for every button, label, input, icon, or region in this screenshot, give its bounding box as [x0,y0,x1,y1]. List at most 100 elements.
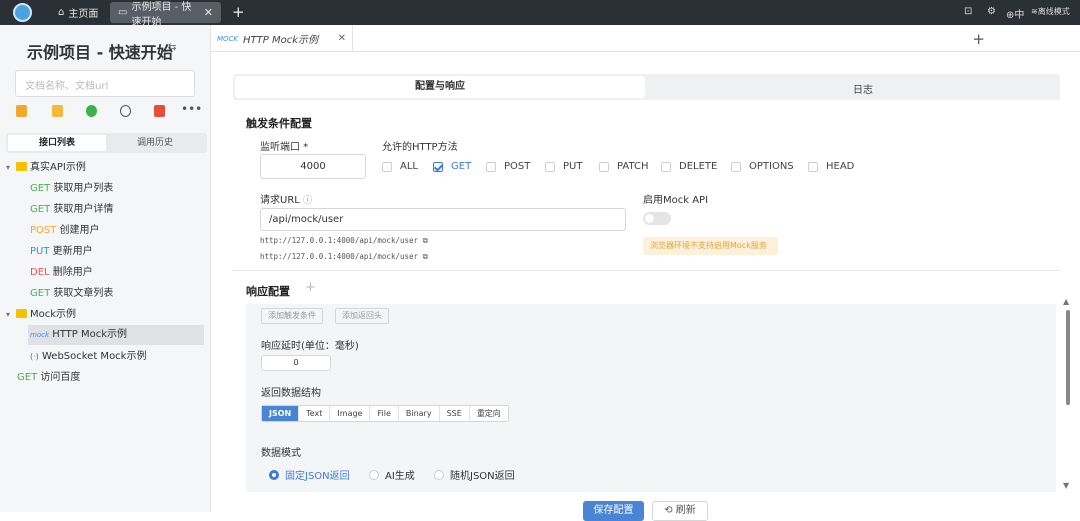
method-checkbox-options[interactable]: OPTIONS [731,161,794,172]
method-label: GET [451,161,472,172]
method-badge: GET [30,183,51,194]
tree-item[interactable]: PUT 更新用户 [30,242,93,262]
tree-label: WebSocket Mock示例 [41,351,147,362]
port-input[interactable]: 4000 [260,154,366,179]
tab-api-list[interactable]: 接口列表 [8,135,106,151]
tab-call-history[interactable]: 调用历史 [106,135,204,151]
checkbox[interactable] [808,161,818,172]
method-checkbox-head[interactable]: HEAD [808,161,854,172]
checkbox[interactable] [486,161,496,172]
method-badge: GET [30,288,51,299]
top-bar: ⌂ 主页面 ▭ 示例项目 - 快速开始 ✕ + ⊡ ⚙ ⊕中 ≋离线模式 [0,0,1080,28]
refresh-button[interactable]: ⟲ 刷新 [652,501,708,521]
offline-mode[interactable]: ≋离线模式 [1031,6,1070,17]
mode-label-text: 随机JSON返回 [450,471,515,482]
checkbox[interactable] [661,161,671,172]
format-text[interactable]: Text [299,406,331,421]
new-file-icon[interactable] [52,105,63,117]
url-label-text: 请求URL [260,195,300,206]
app-logo [13,3,32,22]
format-file[interactable]: File [370,406,399,421]
tree-label: 更新用户 [52,246,93,257]
checkbox[interactable] [731,161,741,172]
checkbox-checked[interactable] [433,161,443,172]
tree-folder-mock[interactable]: ▾ Mock示例 [6,305,76,325]
scroll-down-icon[interactable]: ▼ [1063,481,1069,490]
refresh-icon[interactable] [86,105,97,117]
port-label: 监听端口 * [260,142,309,153]
format-binary[interactable]: Binary [399,406,440,421]
delay-input[interactable]: 0 [261,355,331,371]
mode-ai[interactable]: AI生成 [369,467,415,482]
tab-project-label: 示例项目 - 快速开始 [131,1,192,28]
gear-icon[interactable]: ⚙ [987,6,996,17]
mode-fixed-json[interactable]: 固定JSON返回 [269,467,350,482]
method-checkbox-get[interactable]: GET [433,161,471,172]
radio-checked[interactable] [269,469,279,480]
checkbox[interactable] [545,161,555,172]
search-input[interactable]: 文档名称、文档url [15,70,195,97]
new-tab-button[interactable]: + [232,3,245,21]
tab-config[interactable]: 配置与响应 [235,76,645,98]
save-button[interactable]: 保存配置 [583,501,644,521]
tree-item[interactable]: GET 获取文章列表 [30,284,113,304]
radio[interactable] [369,469,379,480]
checkbox[interactable] [382,161,392,172]
copy-icon[interactable]: ⧉ [423,252,428,261]
robot-icon[interactable]: ⊡ [964,6,972,17]
tree-item[interactable]: GET 访问百度 [17,368,80,388]
add-condition-button[interactable]: 添加触发条件 [261,308,323,324]
folder-icon [16,162,27,171]
scrollbar[interactable] [1066,310,1070,405]
copy-icon[interactable]: ⧉ [423,236,428,245]
mode-random-json[interactable]: 随机JSON返回 [434,467,515,482]
checkbox[interactable] [599,161,609,172]
doc-tab-http-mock[interactable]: MOCK HTTP Mock示例 ✕ [211,25,353,52]
tree-item[interactable]: DEL 删除用户 [30,263,93,283]
tab-home[interactable]: ⌂ 主页面 [50,2,106,23]
close-icon[interactable]: ✕ [338,33,346,44]
tree-item[interactable]: GET 获取用户列表 [30,179,113,199]
enable-mock-toggle[interactable] [643,212,671,225]
method-checkbox-delete[interactable]: DELETE [661,161,717,172]
url-input[interactable]: /api/mock/user [260,208,626,231]
tree-item[interactable]: (·) WebSocket Mock示例 [30,347,146,367]
method-checkbox-patch[interactable]: PATCH [599,161,648,172]
method-label: OPTIONS [749,161,794,172]
format-redirect[interactable]: 重定向 [470,406,508,421]
offline-mode-label: 离线模式 [1037,7,1070,16]
tree-folder-real-api[interactable]: ▾ 真实API示例 [6,158,86,178]
trash-icon[interactable] [154,105,165,117]
switch-project-icon[interactable]: ⇆ [168,42,176,53]
new-folder-icon[interactable] [16,105,27,117]
add-response-icon[interactable]: + [305,280,316,295]
folder-icon: ▭ [118,7,128,18]
format-image[interactable]: Image [330,406,371,421]
language-switch[interactable]: ⊕中 [1006,6,1024,21]
format-sse[interactable]: SSE [440,406,470,421]
method-badge: DEL [30,267,50,278]
tree-item-selected[interactable]: mock HTTP Mock示例 [28,325,204,345]
tab-log[interactable]: 日志 [853,81,873,96]
scroll-up-icon[interactable]: ▲ [1063,297,1069,306]
cookie-icon[interactable] [120,105,131,117]
more-icon[interactable]: ••• [181,102,202,116]
tree-item[interactable]: GET 获取用户详情 [30,200,113,220]
add-doc-tab-button[interactable]: + [972,30,985,48]
mode-label-text: 固定JSON返回 [285,471,350,482]
close-icon[interactable]: ✕ [204,6,213,19]
method-checkbox-post[interactable]: POST [486,161,530,172]
method-checkbox-put[interactable]: PUT [545,161,582,172]
url-label: 请求URL ⓘ [260,191,312,206]
add-header-button[interactable]: 添加返回头 [335,308,389,324]
tree-label: 访问百度 [40,372,81,383]
project-title: 示例项目 - 快速开始 [27,43,173,62]
tree-label: 真实API示例 [30,162,86,173]
tree-item[interactable]: POST 创建用户 [30,221,100,241]
help-icon[interactable]: ⓘ [303,196,312,206]
format-json[interactable]: JSON [262,406,300,421]
tab-project[interactable]: ▭ 示例项目 - 快速开始 ✕ [110,2,221,28]
method-checkbox-all[interactable]: ALL [382,161,418,172]
content-tabs: 配置与响应 日志 [233,74,1060,100]
radio[interactable] [434,469,444,480]
